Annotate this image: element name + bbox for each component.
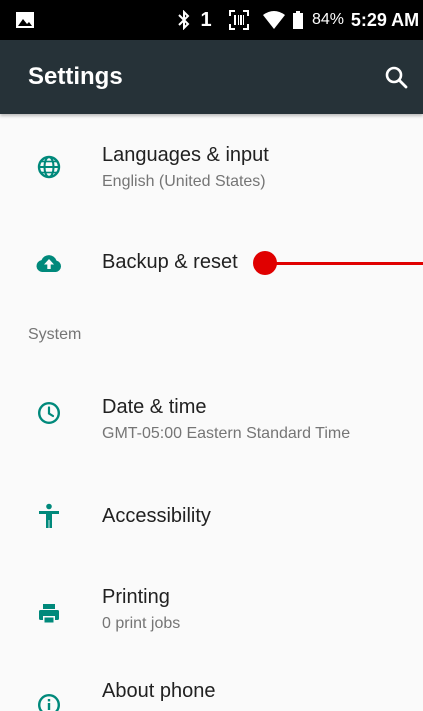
barcode-icon bbox=[228, 0, 250, 40]
settings-item-languages[interactable]: Languages & input English (United States… bbox=[0, 124, 423, 220]
settings-item-summary: GMT-05:00 Eastern Standard Time bbox=[102, 425, 351, 442]
search-icon[interactable] bbox=[376, 57, 416, 97]
settings-item-title: Languages & input bbox=[102, 144, 269, 166]
settings-item-title: Backup & reset bbox=[102, 251, 238, 273]
settings-item-summary: 0 print jobs bbox=[102, 615, 181, 632]
battery-icon bbox=[292, 0, 304, 40]
settings-item-printing[interactable]: Printing 0 print jobs bbox=[0, 566, 423, 652]
wifi-icon bbox=[262, 0, 286, 40]
settings-screen: 1 84% 5:29 AM Settings Languages & input… bbox=[0, 0, 423, 711]
annotation-pointer-line bbox=[264, 262, 423, 265]
settings-item-title: Accessibility bbox=[102, 505, 211, 527]
settings-item-title: Printing bbox=[102, 586, 170, 608]
settings-item-summary: English (United States) bbox=[102, 173, 266, 190]
section-header-system: System bbox=[28, 326, 82, 343]
settings-item-title: Date & time bbox=[102, 396, 207, 418]
battery-percent: 84% bbox=[311, 11, 345, 28]
info-icon bbox=[34, 690, 64, 711]
accessibility-icon bbox=[34, 501, 64, 531]
settings-item-about[interactable]: About phone bbox=[0, 660, 423, 711]
sim-label: 1 bbox=[200, 8, 212, 31]
page-title: Settings bbox=[28, 63, 123, 90]
settings-item-accessibility[interactable]: Accessibility bbox=[0, 476, 423, 562]
settings-item-title: About phone bbox=[102, 680, 216, 702]
bluetooth-icon bbox=[176, 0, 192, 40]
gallery-icon bbox=[14, 0, 36, 40]
annotation-pointer-dot bbox=[253, 251, 277, 275]
app-toolbar: Settings bbox=[0, 40, 423, 114]
clock-icon bbox=[34, 398, 64, 428]
printer-icon bbox=[34, 599, 64, 629]
settings-item-date-time[interactable]: Date & time GMT-05:00 Eastern Standard T… bbox=[0, 376, 423, 462]
cloud-upload-icon bbox=[34, 248, 64, 278]
clock-time: 5:29 AM bbox=[350, 9, 420, 30]
status-bar: 1 84% 5:29 AM bbox=[0, 0, 423, 40]
globe-icon bbox=[34, 152, 64, 182]
